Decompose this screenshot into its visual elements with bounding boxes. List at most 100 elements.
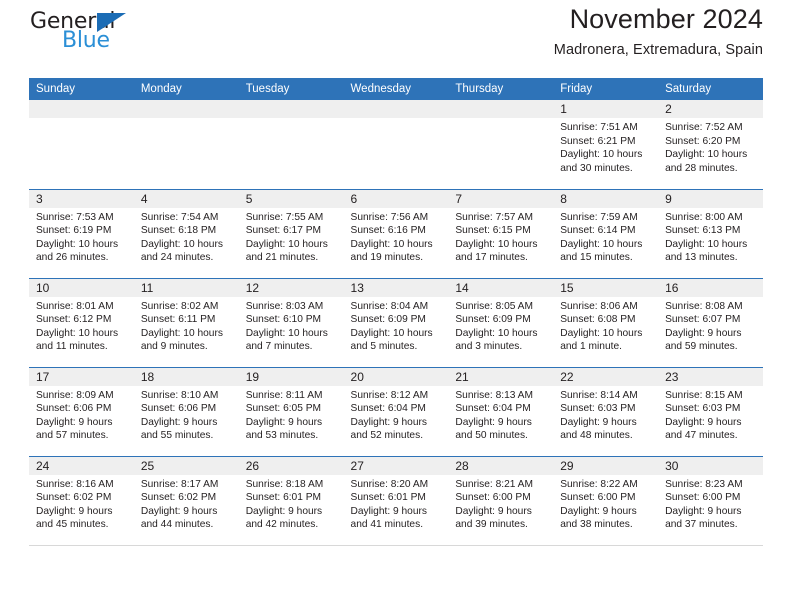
sunset-text: Sunset: 6:03 PM	[665, 403, 741, 415]
calendar-day-cell[interactable]: 26 Sunrise: 8:18 AM Sunset: 6:01 PM Dayligh…	[238, 455, 344, 546]
sunset-text: Sunset: 6:08 PM	[560, 314, 636, 326]
day-number: 5	[238, 189, 344, 208]
day-details: Sunrise: 8:15 AM Sunset: 6:03 PM Daylight:…	[658, 386, 763, 443]
calendar-day-cell[interactable]: 22 Sunrise: 8:14 AM Sunset: 6:03 PM Dayligh…	[553, 366, 659, 456]
calendar-day-cell[interactable]: 6 Sunrise: 7:56 AM Sunset: 6:16 PM Daylight…	[343, 188, 449, 278]
calendar-day-cell-empty	[29, 100, 134, 189]
calendar-day-cell[interactable]: 7 Sunrise: 7:57 AM Sunset: 6:15 PM Daylight…	[448, 188, 554, 278]
calendar-day-cell[interactable]: 11 Sunrise: 8:02 AM Sunset: 6:11 PM Dayligh…	[133, 277, 239, 367]
calendar-page: General Blue November 2024 Madronera, Ex…	[0, 0, 792, 612]
calendar-day-cell[interactable]: 9 Sunrise: 8:00 AM Sunset: 6:13 PM Daylight…	[658, 188, 763, 278]
daylight-text: Daylight: 10 hours and 21 minutes.	[245, 238, 328, 264]
day-cell-inner: 24 Sunrise: 8:16 AM Sunset: 6:02 PM Dayligh…	[29, 456, 134, 545]
calendar-day-cell[interactable]: 13 Sunrise: 8:04 AM Sunset: 6:09 PM Dayligh…	[343, 277, 449, 367]
day-number: 8	[553, 189, 659, 208]
day-details: Sunrise: 7:59 AM Sunset: 6:14 PM Daylight:…	[553, 208, 658, 265]
day-number: 1	[553, 100, 659, 118]
daylight-text: Daylight: 9 hours and 52 minutes.	[350, 416, 427, 442]
day-number: 13	[343, 278, 449, 297]
calendar-day-cell[interactable]: 2 Sunrise: 7:52 AM Sunset: 6:20 PM Daylight…	[658, 100, 763, 189]
sunrise-text: Sunrise: 8:00 AM	[665, 211, 743, 223]
sunrise-text: Sunrise: 7:57 AM	[455, 211, 533, 223]
sunset-text: Sunset: 6:01 PM	[350, 492, 426, 504]
day-cell-inner: 16 Sunrise: 8:08 AM Sunset: 6:07 PM Dayligh…	[658, 278, 763, 367]
sunset-text: Sunset: 6:09 PM	[350, 314, 426, 326]
sunrise-text: Sunrise: 8:04 AM	[350, 300, 429, 312]
calendar-day-cell[interactable]: 8 Sunrise: 7:59 AM Sunset: 6:14 PM Daylight…	[553, 188, 659, 278]
title-block: November 2024 Madronera, Extremadura, Sp…	[554, 0, 763, 58]
calendar-day-cell[interactable]: 12 Sunrise: 8:03 AM Sunset: 6:10 PM Dayligh…	[238, 277, 344, 367]
weekday-header-friday: Friday	[553, 78, 659, 100]
day-details: Sunrise: 8:10 AM Sunset: 6:06 PM Daylight:…	[134, 386, 239, 443]
calendar-day-cell[interactable]: 18 Sunrise: 8:10 AM Sunset: 6:06 PM Dayligh…	[133, 366, 239, 456]
sunset-text: Sunset: 6:03 PM	[560, 403, 636, 415]
daylight-text: Daylight: 10 hours and 15 minutes.	[560, 238, 643, 264]
calendar-day-cell[interactable]: 10 Sunrise: 8:01 AM Sunset: 6:12 PM Dayligh…	[29, 277, 134, 367]
sunset-text: Sunset: 6:12 PM	[36, 314, 112, 326]
sunset-text: Sunset: 6:00 PM	[560, 492, 636, 504]
day-number: 22	[553, 367, 659, 386]
calendar-day-cell[interactable]: 19 Sunrise: 8:11 AM Sunset: 6:05 PM Dayligh…	[238, 366, 344, 456]
day-details: Sunrise: 7:54 AM Sunset: 6:18 PM Daylight:…	[134, 208, 239, 265]
day-details: Sunrise: 7:57 AM Sunset: 6:15 PM Daylight:…	[448, 208, 553, 265]
calendar-day-cell[interactable]: 3 Sunrise: 7:53 AM Sunset: 6:19 PM Daylight…	[29, 188, 134, 278]
calendar-day-cell[interactable]: 28 Sunrise: 8:21 AM Sunset: 6:00 PM Dayligh…	[448, 455, 554, 546]
day-cell-inner: 7 Sunrise: 7:57 AM Sunset: 6:15 PM Daylight…	[448, 189, 554, 278]
calendar-day-cell[interactable]: 23 Sunrise: 8:15 AM Sunset: 6:03 PM Dayligh…	[658, 366, 763, 456]
calendar-day-cell[interactable]: 4 Sunrise: 7:54 AM Sunset: 6:18 PM Daylight…	[133, 188, 239, 278]
day-cell-inner: 10 Sunrise: 8:01 AM Sunset: 6:12 PM Dayligh…	[29, 278, 134, 367]
day-cell-inner: 23 Sunrise: 8:15 AM Sunset: 6:03 PM Dayligh…	[658, 367, 763, 456]
calendar-day-cell[interactable]: 29 Sunrise: 8:22 AM Sunset: 6:00 PM Dayligh…	[553, 455, 659, 546]
daylight-text: Daylight: 10 hours and 24 minutes.	[140, 238, 223, 264]
calendar-day-cell-empty	[133, 100, 239, 189]
day-details: Sunrise: 8:16 AM Sunset: 6:02 PM Daylight:…	[29, 475, 134, 532]
day-details: Sunrise: 8:20 AM Sunset: 6:01 PM Daylight:…	[344, 475, 449, 532]
day-number: 3	[29, 189, 134, 208]
calendar-day-cell[interactable]: 17 Sunrise: 8:09 AM Sunset: 6:06 PM Dayligh…	[29, 366, 134, 456]
daylight-text: Daylight: 9 hours and 53 minutes.	[245, 416, 323, 442]
sunrise-text: Sunrise: 7:51 AM	[560, 122, 638, 133]
calendar-day-cell[interactable]: 27 Sunrise: 8:20 AM Sunset: 6:01 PM Dayligh…	[343, 455, 449, 546]
calendar-day-cell[interactable]: 5 Sunrise: 7:55 AM Sunset: 6:17 PM Daylight…	[238, 188, 344, 278]
day-cell-inner: 14 Sunrise: 8:05 AM Sunset: 6:09 PM Dayligh…	[448, 278, 554, 367]
sunrise-text: Sunrise: 7:54 AM	[140, 211, 219, 223]
calendar-day-cell[interactable]: 1 Sunrise: 7:51 AM Sunset: 6:21 PM Daylight…	[553, 100, 659, 189]
day-details: Sunrise: 7:53 AM Sunset: 6:19 PM Daylight:…	[29, 208, 134, 265]
calendar-day-cell[interactable]: 16 Sunrise: 8:08 AM Sunset: 6:07 PM Dayligh…	[658, 277, 763, 367]
daylight-text: Daylight: 10 hours and 11 minutes.	[36, 327, 119, 353]
calendar-week-row: 17 Sunrise: 8:09 AM Sunset: 6:06 PM Dayligh…	[29, 366, 763, 456]
day-cell-inner: 18 Sunrise: 8:10 AM Sunset: 6:06 PM Dayligh…	[133, 367, 239, 456]
daylight-text: Daylight: 10 hours and 3 minutes.	[455, 327, 538, 353]
sunrise-text: Sunrise: 8:08 AM	[665, 300, 743, 312]
calendar-day-cell[interactable]: 21 Sunrise: 8:13 AM Sunset: 6:04 PM Dayligh…	[448, 366, 554, 456]
sunrise-text: Sunrise: 8:23 AM	[665, 478, 743, 490]
sunset-text: Sunset: 6:02 PM	[140, 492, 217, 504]
day-details: Sunrise: 8:11 AM Sunset: 6:05 PM Daylight:…	[239, 386, 344, 443]
day-cell-inner: 2 Sunrise: 7:52 AM Sunset: 6:20 PM Daylight…	[658, 100, 763, 189]
day-number	[238, 100, 344, 118]
day-number: 10	[29, 278, 134, 297]
weekday-header-thursday: Thursday	[448, 78, 554, 100]
sunset-text: Sunset: 6:04 PM	[455, 403, 531, 415]
calendar-day-cell[interactable]: 24 Sunrise: 8:16 AM Sunset: 6:02 PM Dayligh…	[29, 455, 134, 546]
sunrise-text: Sunrise: 7:55 AM	[245, 211, 324, 223]
sunrise-text: Sunrise: 8:03 AM	[245, 300, 324, 312]
calendar-day-cell[interactable]: 15 Sunrise: 8:06 AM Sunset: 6:08 PM Dayligh…	[553, 277, 659, 367]
day-number: 28	[448, 456, 554, 475]
sunset-text: Sunset: 6:05 PM	[245, 403, 322, 415]
day-details: Sunrise: 8:18 AM Sunset: 6:01 PM Daylight:…	[239, 475, 344, 532]
day-cell-inner: 28 Sunrise: 8:21 AM Sunset: 6:00 PM Dayligh…	[448, 456, 554, 545]
calendar-day-cell[interactable]: 25 Sunrise: 8:17 AM Sunset: 6:02 PM Dayligh…	[133, 455, 239, 546]
calendar-day-cell[interactable]: 20 Sunrise: 8:12 AM Sunset: 6:04 PM Dayligh…	[343, 366, 449, 456]
day-details: Sunrise: 8:17 AM Sunset: 6:02 PM Daylight:…	[134, 475, 239, 532]
sunrise-text: Sunrise: 8:22 AM	[560, 478, 638, 490]
day-number	[29, 100, 134, 118]
daylight-text: Daylight: 10 hours and 13 minutes.	[665, 238, 748, 264]
calendar-day-cell[interactable]: 14 Sunrise: 8:05 AM Sunset: 6:09 PM Dayligh…	[448, 277, 554, 367]
day-cell-inner: 20 Sunrise: 8:12 AM Sunset: 6:04 PM Dayligh…	[343, 367, 449, 456]
day-number: 26	[238, 456, 344, 475]
sunrise-text: Sunrise: 8:09 AM	[36, 389, 114, 401]
sunrise-text: Sunrise: 8:14 AM	[560, 389, 638, 401]
day-number: 30	[658, 456, 763, 475]
calendar-day-cell[interactable]: 30 Sunrise: 8:23 AM Sunset: 6:00 PM Dayligh…	[658, 455, 763, 546]
